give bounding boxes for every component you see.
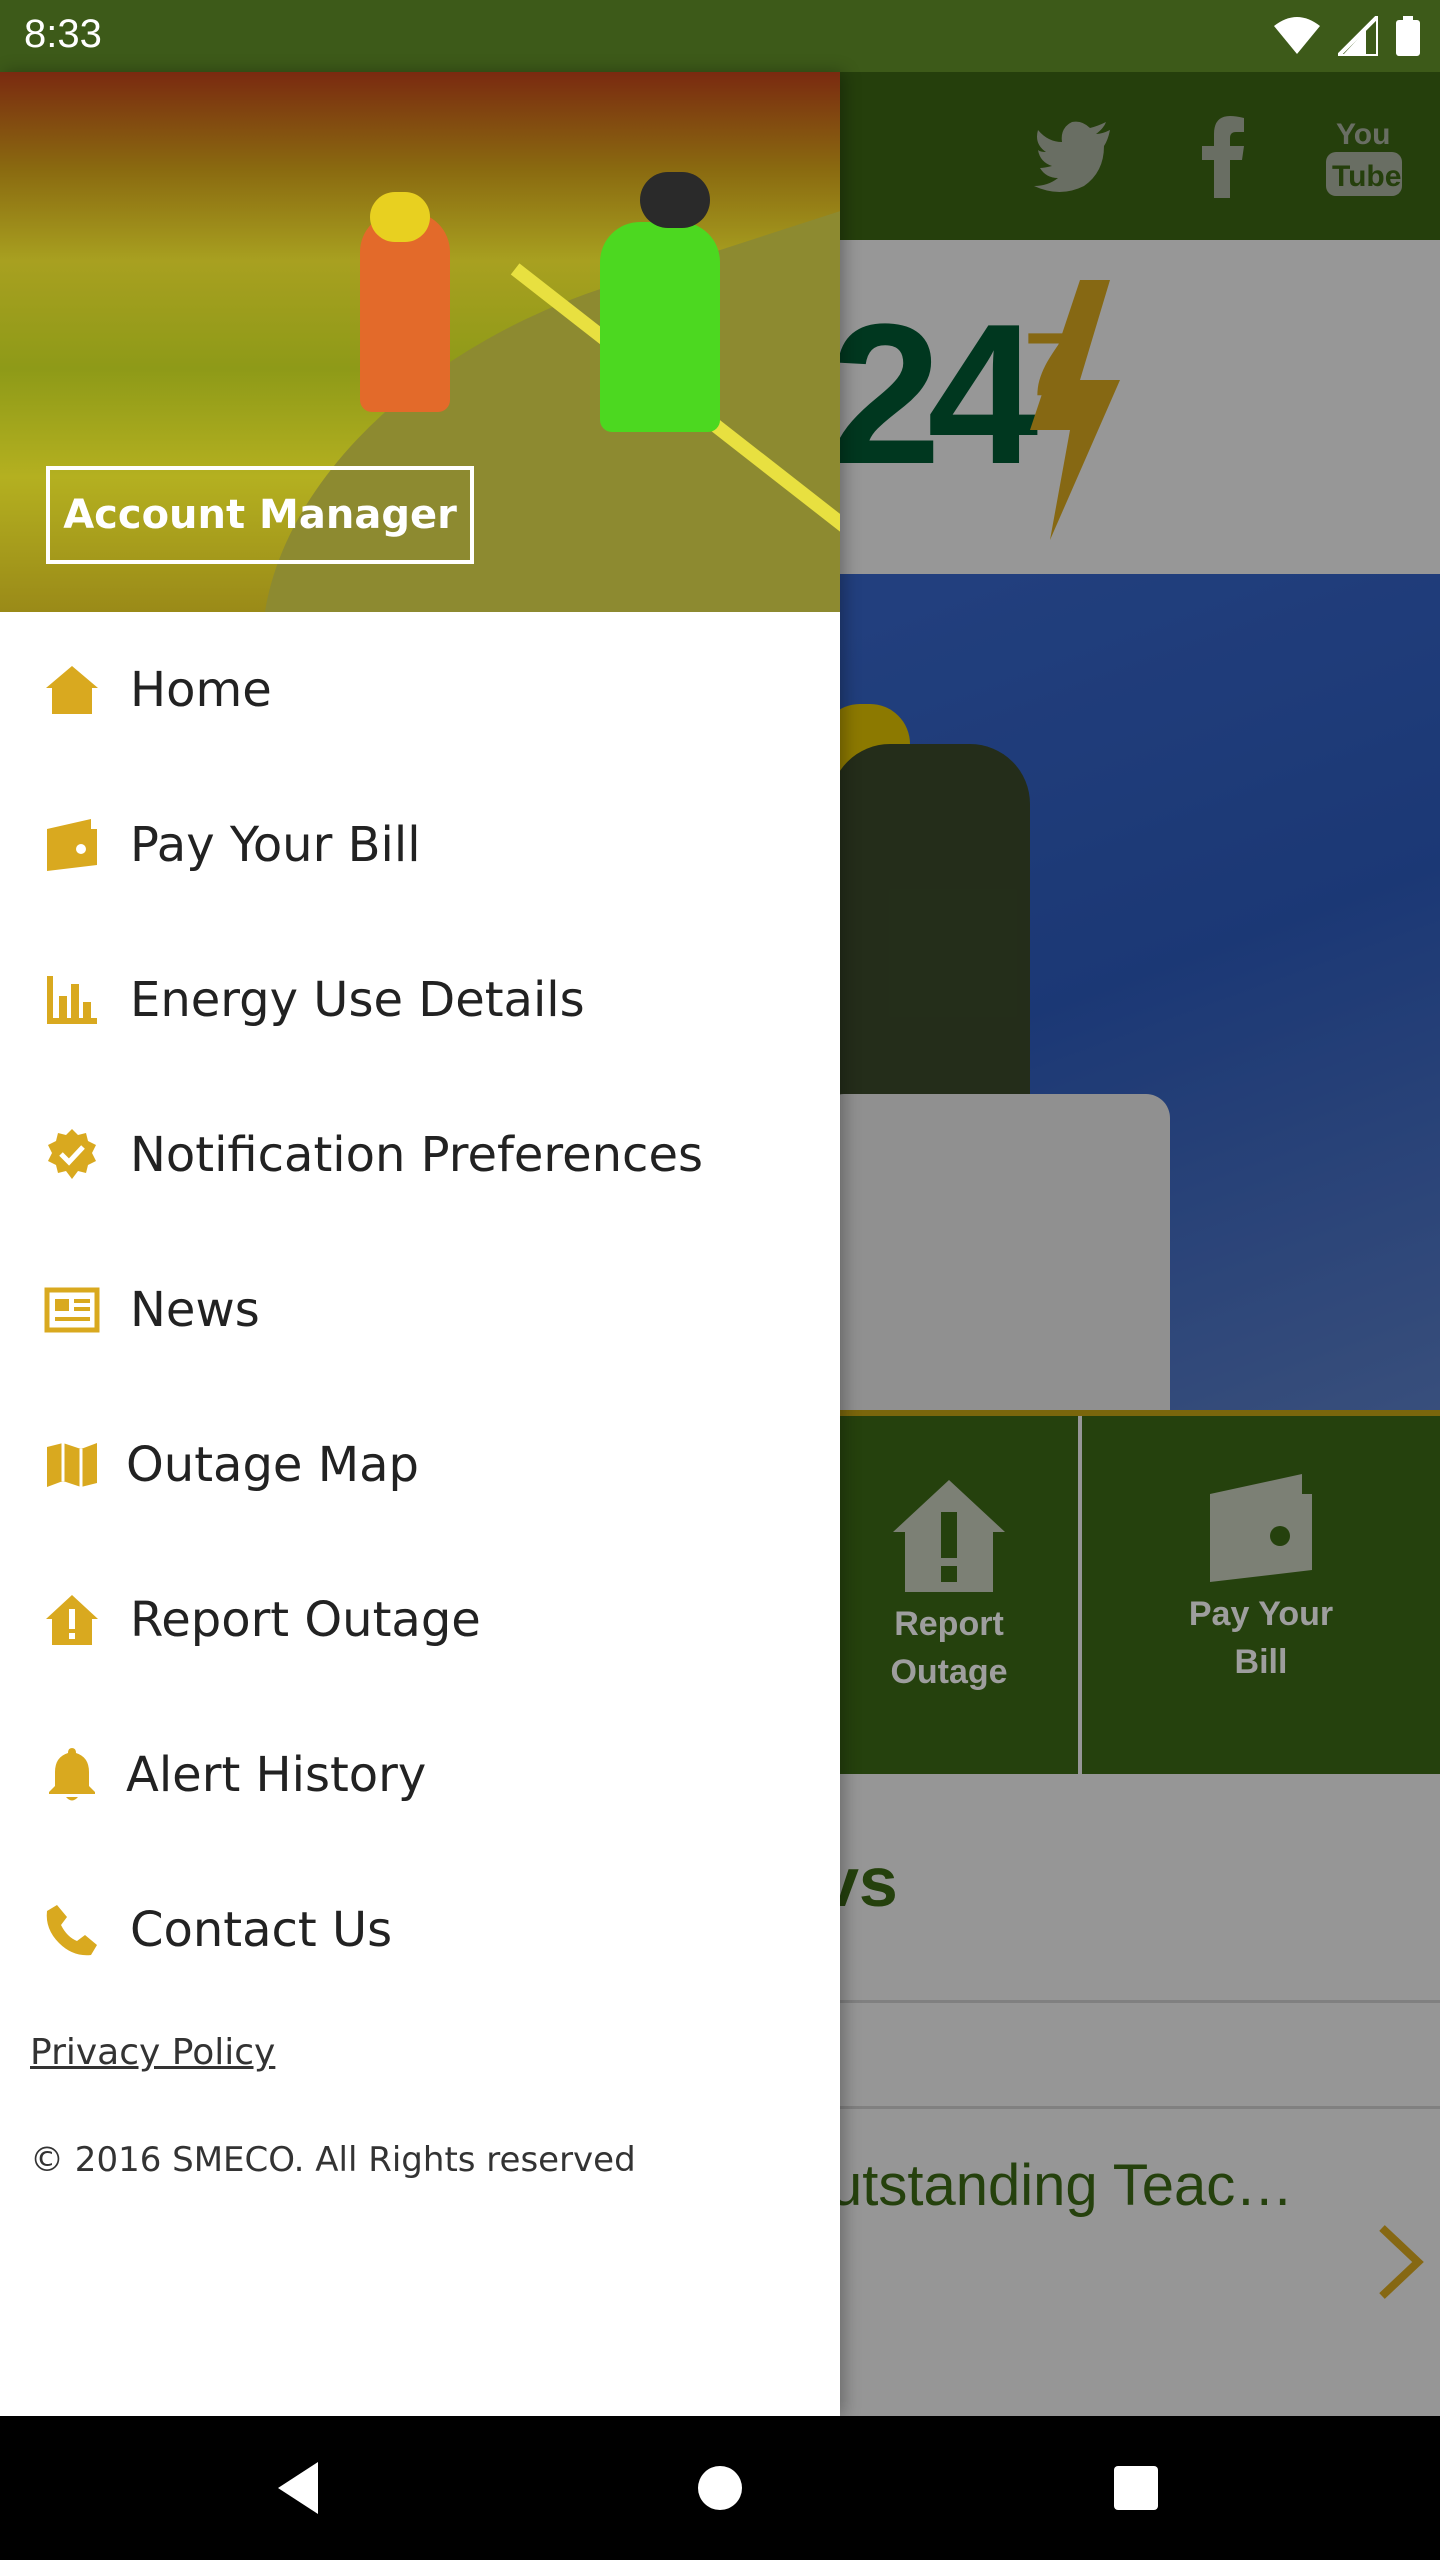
menu-item-label: Notification Preferences <box>130 1126 703 1183</box>
menu-item-label: Home <box>130 661 272 718</box>
menu-item-home[interactable]: Home <box>0 612 840 767</box>
house-alert-icon <box>42 1590 102 1650</box>
menu-item-outage-map[interactable]: Outage Map <box>0 1387 840 1542</box>
menu-item-news[interactable]: News <box>0 1232 840 1387</box>
menu-item-alert-history[interactable]: Alert History <box>0 1697 840 1852</box>
account-manager-button[interactable]: Account Manager <box>46 466 474 564</box>
menu-item-label: Contact Us <box>130 1901 393 1958</box>
cyclist-right <box>600 222 720 432</box>
system-nav-bar <box>0 2416 1440 2560</box>
cyclist-left <box>360 212 450 412</box>
battery-icon <box>1396 16 1420 56</box>
drawer-header-image: Account Manager <box>0 72 840 612</box>
phone-icon <box>42 1900 102 1960</box>
copyright-text: © 2016 SMECO. All Rights reserved <box>30 2140 636 2180</box>
status-icons <box>1274 14 1420 58</box>
menu-item-label: Outage Map <box>126 1436 419 1493</box>
menu-item-notification-preferences[interactable]: Notification Preferences <box>0 1077 840 1232</box>
drawer-menu: Home Pay Your Bill Energy Use Details No… <box>0 612 840 2007</box>
menu-item-label: News <box>130 1281 260 1338</box>
verified-badge-icon <box>42 1125 102 1185</box>
menu-item-report-outage[interactable]: Report Outage <box>0 1542 840 1697</box>
newspaper-icon <box>42 1280 102 1340</box>
status-time: 8:33 <box>24 12 102 56</box>
navigation-drawer: Account Manager Home Pay Your Bill Energ… <box>0 72 840 2416</box>
status-bar: 8:33 <box>0 0 1440 72</box>
menu-item-label: Energy Use Details <box>130 971 585 1028</box>
menu-item-contact-us[interactable]: Contact Us <box>0 1852 840 2007</box>
cyclist-left-helmet <box>370 192 430 242</box>
bell-icon <box>42 1745 102 1805</box>
signal-icon <box>1338 16 1378 56</box>
wifi-icon <box>1274 17 1320 54</box>
menu-item-label: Report Outage <box>130 1591 481 1648</box>
map-icon <box>42 1435 102 1495</box>
wallet-icon <box>42 815 102 875</box>
back-icon[interactable] <box>270 2458 330 2518</box>
menu-item-energy-use[interactable]: Energy Use Details <box>0 922 840 1077</box>
home-button-icon[interactable] <box>690 2458 750 2518</box>
privacy-policy-link[interactable]: Privacy Policy <box>30 2032 275 2073</box>
menu-item-label: Alert History <box>126 1746 427 1803</box>
menu-item-pay-bill[interactable]: Pay Your Bill <box>0 767 840 922</box>
recents-icon[interactable] <box>1106 2458 1166 2518</box>
menu-item-label: Pay Your Bill <box>130 816 421 873</box>
cyclist-right-helmet <box>640 172 710 228</box>
home-icon <box>42 660 102 720</box>
bar-chart-icon <box>42 970 102 1030</box>
